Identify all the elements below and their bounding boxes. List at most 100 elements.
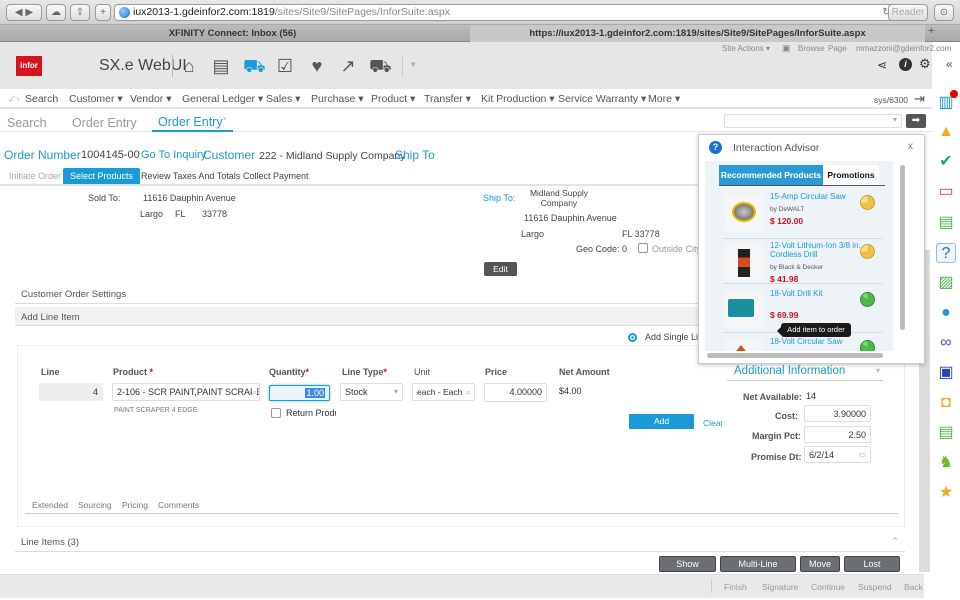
lookup-icon[interactable]: ⌕ bbox=[251, 384, 257, 400]
help-icon[interactable]: ? bbox=[936, 243, 956, 263]
nav-transfer[interactable]: Transfer ▾ bbox=[424, 93, 471, 105]
go-to-inquiry-link[interactable]: Go To Inquiry bbox=[141, 149, 206, 161]
forklift-icon[interactable]: ⛟ bbox=[243, 55, 266, 77]
contact-card-icon[interactable]: ▣ bbox=[936, 363, 956, 383]
product-name[interactable]: 18-Volt Drill Kit bbox=[770, 289, 865, 298]
continue-button[interactable]: Continue bbox=[811, 582, 845, 592]
nav-purchase[interactable]: Purchase ▾ bbox=[311, 93, 364, 105]
collapse-icon[interactable]: « bbox=[946, 57, 953, 71]
edit-ship-to-button[interactable]: Edit bbox=[484, 262, 517, 276]
recommended-product[interactable]: 18-Volt Circular Saw bbox=[719, 337, 893, 351]
browser-tab[interactable]: https://iux2013-1.gdeinfor2.com:1819/sit… bbox=[470, 25, 925, 42]
location-pin-icon[interactable]: ● bbox=[936, 303, 956, 323]
subtab-comments[interactable]: Comments bbox=[158, 500, 199, 510]
tab-search[interactable]: Search bbox=[7, 116, 47, 130]
unit-input[interactable]: each - Each ⌕ bbox=[412, 383, 475, 401]
nav-product[interactable]: Product ▾ bbox=[371, 93, 415, 105]
quantity-input[interactable]: 1.00 bbox=[269, 385, 330, 401]
briefcase-green-icon[interactable]: ▤ bbox=[936, 423, 956, 443]
step-select-products[interactable]: Select Products bbox=[63, 168, 141, 184]
subtab-pricing[interactable]: Pricing bbox=[122, 500, 148, 510]
calendar-icon[interactable]: ▭ bbox=[936, 182, 956, 202]
nav-general-ledger[interactable]: General Ledger ▾ bbox=[182, 93, 263, 105]
heart-pulse-icon[interactable]: ♥ bbox=[306, 55, 328, 77]
checklist-icon[interactable]: ☑ bbox=[274, 55, 296, 77]
calendar-icon[interactable]: ▭ bbox=[858, 447, 866, 463]
move-button[interactable]: Move bbox=[800, 556, 840, 572]
settings-icon[interactable]: ⚙ bbox=[919, 56, 931, 72]
lost-business-button[interactable]: Lost Business bbox=[844, 556, 900, 583]
browse-link[interactable]: Browse bbox=[798, 44, 825, 53]
price-input[interactable]: 4.00000 bbox=[484, 383, 547, 402]
line-items-header[interactable]: Line Items (3) ⌃ bbox=[15, 534, 905, 552]
show-inactive-button[interactable]: Show Inactive bbox=[659, 556, 716, 583]
go-arrow-button[interactable]: ➡ bbox=[906, 114, 926, 128]
nav-sales[interactable]: Sales ▾ bbox=[266, 93, 300, 105]
page-icon[interactable]: ▣ bbox=[782, 43, 791, 54]
product-name[interactable]: 15-Amp Circular Saw bbox=[770, 192, 865, 201]
product-name[interactable]: 12-Volt Lithium-Ion 3/8 in. Cordless Dri… bbox=[770, 241, 865, 259]
trend-chart-icon[interactable]: ↗ bbox=[337, 55, 359, 77]
lookup-icon[interactable]: ⌕ bbox=[466, 384, 471, 400]
multi-line-sourcing-button[interactable]: Multi-Line Sourcing bbox=[720, 556, 796, 583]
step-initiate-order[interactable]: Initiate Order bbox=[2, 168, 68, 184]
share-icon[interactable]: ⋖ bbox=[877, 58, 887, 72]
nav-search[interactable]: Search bbox=[25, 93, 58, 105]
tab-recommended-products[interactable]: Recommended Products bbox=[719, 165, 823, 185]
page-link[interactable]: Page bbox=[828, 44, 847, 53]
subtab-extended[interactable]: Extended bbox=[32, 500, 68, 510]
reader-button[interactable]: Reader bbox=[888, 4, 928, 21]
user-menu[interactable]: mmazzoni@gdeinfor2.com bbox=[856, 44, 951, 53]
quick-search-combo[interactable]: ▾ bbox=[724, 114, 902, 128]
home-icon[interactable]: ⌂ bbox=[178, 55, 200, 77]
ship-to-link[interactable]: Ship To bbox=[395, 148, 435, 162]
return-product-checkbox[interactable] bbox=[271, 408, 281, 418]
add-tab-icon[interactable]: + bbox=[928, 25, 942, 37]
briefcase-icon[interactable]: ▤ bbox=[936, 213, 956, 233]
line-type-select[interactable]: Stock ▾ bbox=[340, 383, 403, 401]
tab-order-entry-active[interactable]: Order Entry× bbox=[152, 115, 233, 132]
nav-service-warranty[interactable]: Service Warranty ▾ bbox=[558, 93, 646, 105]
add-button[interactable]: Add bbox=[629, 414, 694, 429]
star-icon[interactable]: ★ bbox=[936, 483, 956, 503]
image-icon[interactable]: ▨ bbox=[936, 273, 956, 293]
site-actions-menu[interactable]: Site Actions ▾ bbox=[722, 44, 770, 53]
warning-icon[interactable]: ▲ bbox=[936, 122, 956, 142]
new-tab-button[interactable]: + bbox=[95, 4, 111, 21]
step-collect-payment[interactable]: Collect Payment bbox=[236, 168, 316, 184]
chevron-down-icon[interactable]: ▾ bbox=[411, 59, 416, 70]
product-input[interactable]: 2-106 - SCR PAINT,PAINT SCRAPER ⌕ bbox=[112, 383, 260, 401]
add-single-line-radio[interactable] bbox=[628, 333, 637, 342]
logout-icon[interactable]: ⇥ bbox=[914, 91, 925, 107]
signature-button[interactable]: Signature bbox=[762, 582, 798, 592]
cost-input[interactable]: 3.90000 bbox=[804, 405, 871, 422]
address-bar[interactable]: iux2013-1.gdeinfor2.com:1819/sites/Site9… bbox=[114, 4, 900, 21]
tab-order-entry[interactable]: Order Entry bbox=[72, 116, 137, 130]
close-tab-icon[interactable]: × bbox=[223, 116, 227, 123]
nav-kit-production[interactable]: Kit Production ▾ bbox=[481, 93, 555, 105]
browser-tab[interactable]: XFINITY Connect: Inbox (56) bbox=[0, 25, 465, 42]
tab-promotions[interactable]: Promotions bbox=[823, 165, 879, 185]
clipboard-check-icon[interactable]: ✔ bbox=[936, 152, 956, 172]
promise-date-input[interactable]: 6/2/14 ▭ bbox=[804, 446, 871, 463]
chess-knight-icon[interactable]: ♞ bbox=[936, 453, 956, 473]
clear-link[interactable]: Clear bbox=[703, 418, 723, 428]
share-icon[interactable]: ⇪ bbox=[70, 4, 90, 21]
nav-vendor[interactable]: Vendor ▾ bbox=[130, 93, 171, 105]
back-forward-buttons[interactable]: ◀ ▶ bbox=[6, 4, 42, 21]
nav-customer[interactable]: Customer ▾ bbox=[69, 93, 123, 105]
info-icon[interactable]: i bbox=[899, 58, 912, 71]
recommended-product[interactable]: 15-Amp Circular Saw by DeWALT $ 120.00 bbox=[719, 192, 893, 240]
product-name[interactable]: 18-Volt Circular Saw bbox=[770, 337, 865, 346]
outside-city-checkbox[interactable] bbox=[638, 243, 648, 253]
close-icon[interactable]: x bbox=[908, 141, 913, 152]
nav-more[interactable]: More ▾ bbox=[648, 93, 680, 105]
step-review-taxes[interactable]: Review Taxes And Totals bbox=[134, 168, 247, 184]
downloads-icon[interactable]: ⊙ bbox=[934, 4, 954, 21]
forklift-outline-icon[interactable]: ⛟ bbox=[369, 55, 392, 77]
finish-button[interactable]: Finish bbox=[724, 582, 747, 592]
analytics-icon[interactable]: ▥ bbox=[936, 90, 958, 113]
margin-pct-input[interactable]: 2.50 bbox=[804, 426, 871, 443]
back-button[interactable]: Back bbox=[904, 582, 923, 592]
warehouse-icon[interactable]: ▤ bbox=[210, 55, 232, 77]
